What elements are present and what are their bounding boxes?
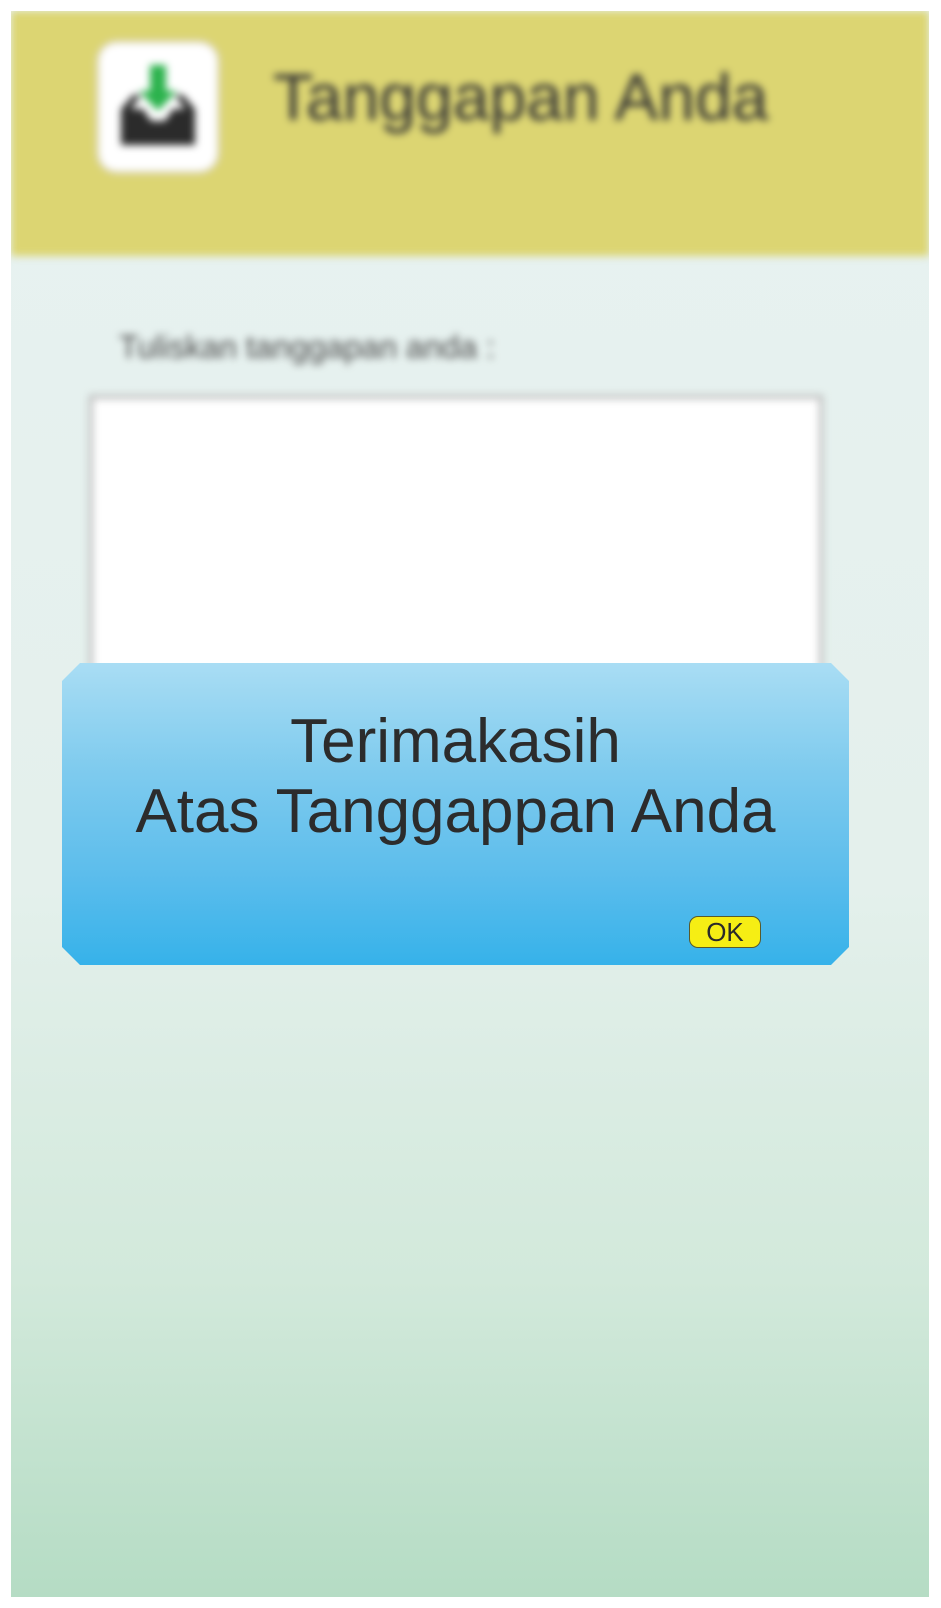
app-screen: Tanggapan Anda Tuliskan tanggapan anda :… (11, 11, 929, 1597)
dialog-message-line-1: Terimakasih (290, 707, 621, 776)
inbox-download-glyph (121, 65, 195, 145)
ok-button[interactable]: OK (689, 916, 761, 948)
dialog-message-line-2: Atas Tanggappan Anda (135, 777, 776, 846)
inbox-download-icon (99, 43, 217, 171)
thank-you-dialog: Terimakasih Atas Tanggappan Anda OK (62, 663, 849, 965)
app-header: Tanggapan Anda (11, 11, 929, 256)
response-prompt-label: Tuliskan tanggapan anda : (119, 329, 495, 365)
header-title: Tanggapan Anda (273, 60, 769, 134)
